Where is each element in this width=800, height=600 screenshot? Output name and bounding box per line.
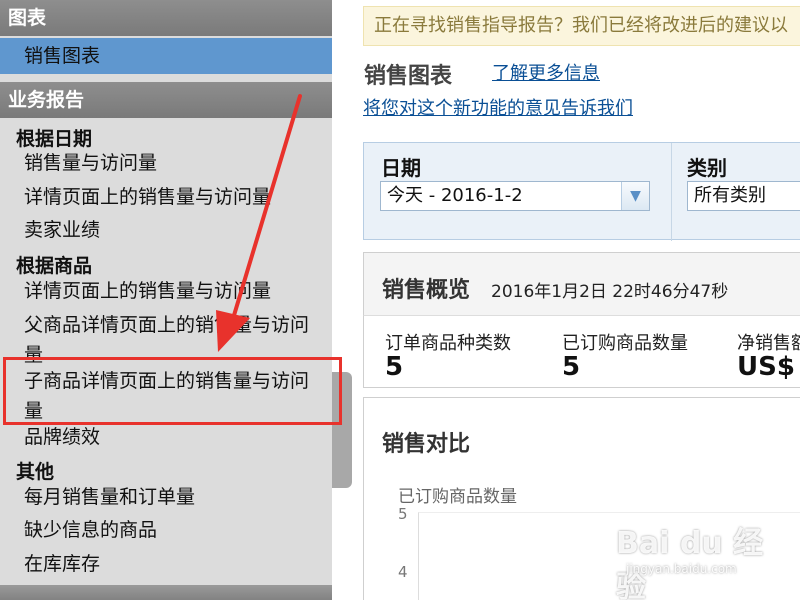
metric-label-order-item-types: 订单商品种类数 — [385, 333, 511, 354]
sidebar-item-missing-info-products[interactable]: 缺少信息的商品 — [24, 515, 157, 545]
sidebar-item-detail-page-sales-traffic[interactable]: 详情页面上的销售量与访问量 — [24, 182, 271, 212]
sidebar-item-product-detail-page-sales-traffic[interactable]: 详情页面上的销售量与访问量 — [24, 276, 271, 306]
highlight-box — [3, 357, 342, 425]
page-title: 销售图表 — [364, 64, 453, 89]
filter-divider — [671, 143, 672, 241]
sidebar-item-sales-charts[interactable]: 销售图表 — [0, 38, 332, 74]
y-tick-label: 4 — [398, 563, 408, 581]
sidebar: 图表 销售图表 业务报告 根据日期 销售量与访问量 详情页面上的销售量与访问量 … — [0, 0, 332, 600]
sidebar-item-seller-performance[interactable]: 卖家业绩 — [24, 215, 100, 245]
sidebar-item-monthly-sales-orders[interactable]: 每月销售量和订单量 — [24, 482, 195, 512]
watermark-logo: Bai du 经验 — [616, 526, 764, 600]
sidebar-item-brand-performance[interactable]: 品牌绩效 — [24, 422, 100, 452]
date-select-value: 今天 - 2016-1-2 — [387, 185, 523, 206]
date-filter-label: 日期 — [381, 156, 421, 180]
sidebar-item-sales-traffic[interactable]: 销售量与访问量 — [24, 148, 157, 178]
metric-label-ordered-units: 已订购商品数量 — [562, 333, 688, 354]
sidebar-item-inventory-in-stock[interactable]: 在库库存 — [24, 549, 100, 579]
sidebar-section-charts: 图表 — [0, 0, 332, 36]
app-window: 图表 销售图表 业务报告 根据日期 销售量与访问量 详情页面上的销售量与访问量 … — [0, 0, 800, 600]
metric-value-net-sales: US$ — [737, 352, 795, 382]
chevron-down-icon[interactable]: ▼ — [621, 182, 649, 210]
sales-summary-timestamp: 2016年1月2日 22时46分47秒 — [491, 282, 729, 302]
sidebar-group-other: 其他 — [16, 461, 55, 483]
sales-summary-title: 销售概览 — [382, 278, 471, 303]
sales-comparison-title: 销售对比 — [382, 432, 471, 457]
sidebar-group-by-date: 根据日期 — [16, 128, 93, 150]
learn-more-link[interactable]: 了解更多信息 — [492, 59, 600, 85]
sidebar-bottom-section — [0, 585, 332, 600]
category-filter-label: 类别 — [687, 156, 727, 180]
feedback-link[interactable]: 将您对这个新功能的意见告诉我们 — [363, 94, 633, 120]
metric-value-ordered-units: 5 — [562, 352, 581, 382]
category-select-value: 所有类别 — [694, 185, 766, 206]
y-tick-label: 5 — [398, 505, 408, 523]
chart-axis-title: 已订购商品数量 — [398, 487, 517, 507]
sidebar-section-business-reports: 业务报告 — [0, 82, 332, 118]
date-select[interactable]: 今天 - 2016-1-2 ▼ — [380, 181, 650, 211]
notice-banner: 正在寻找销售指导报告？我们已经将改进后的建议以 — [363, 6, 800, 46]
sidebar-group-by-product: 根据商品 — [16, 255, 93, 277]
category-select[interactable]: 所有类别 — [687, 181, 800, 211]
watermark-url: jingyan.baidu.com — [626, 562, 737, 576]
watermark: Bai du 经验 jingyan.baidu.com — [612, 512, 782, 600]
metric-value-order-item-types: 5 — [385, 352, 404, 382]
